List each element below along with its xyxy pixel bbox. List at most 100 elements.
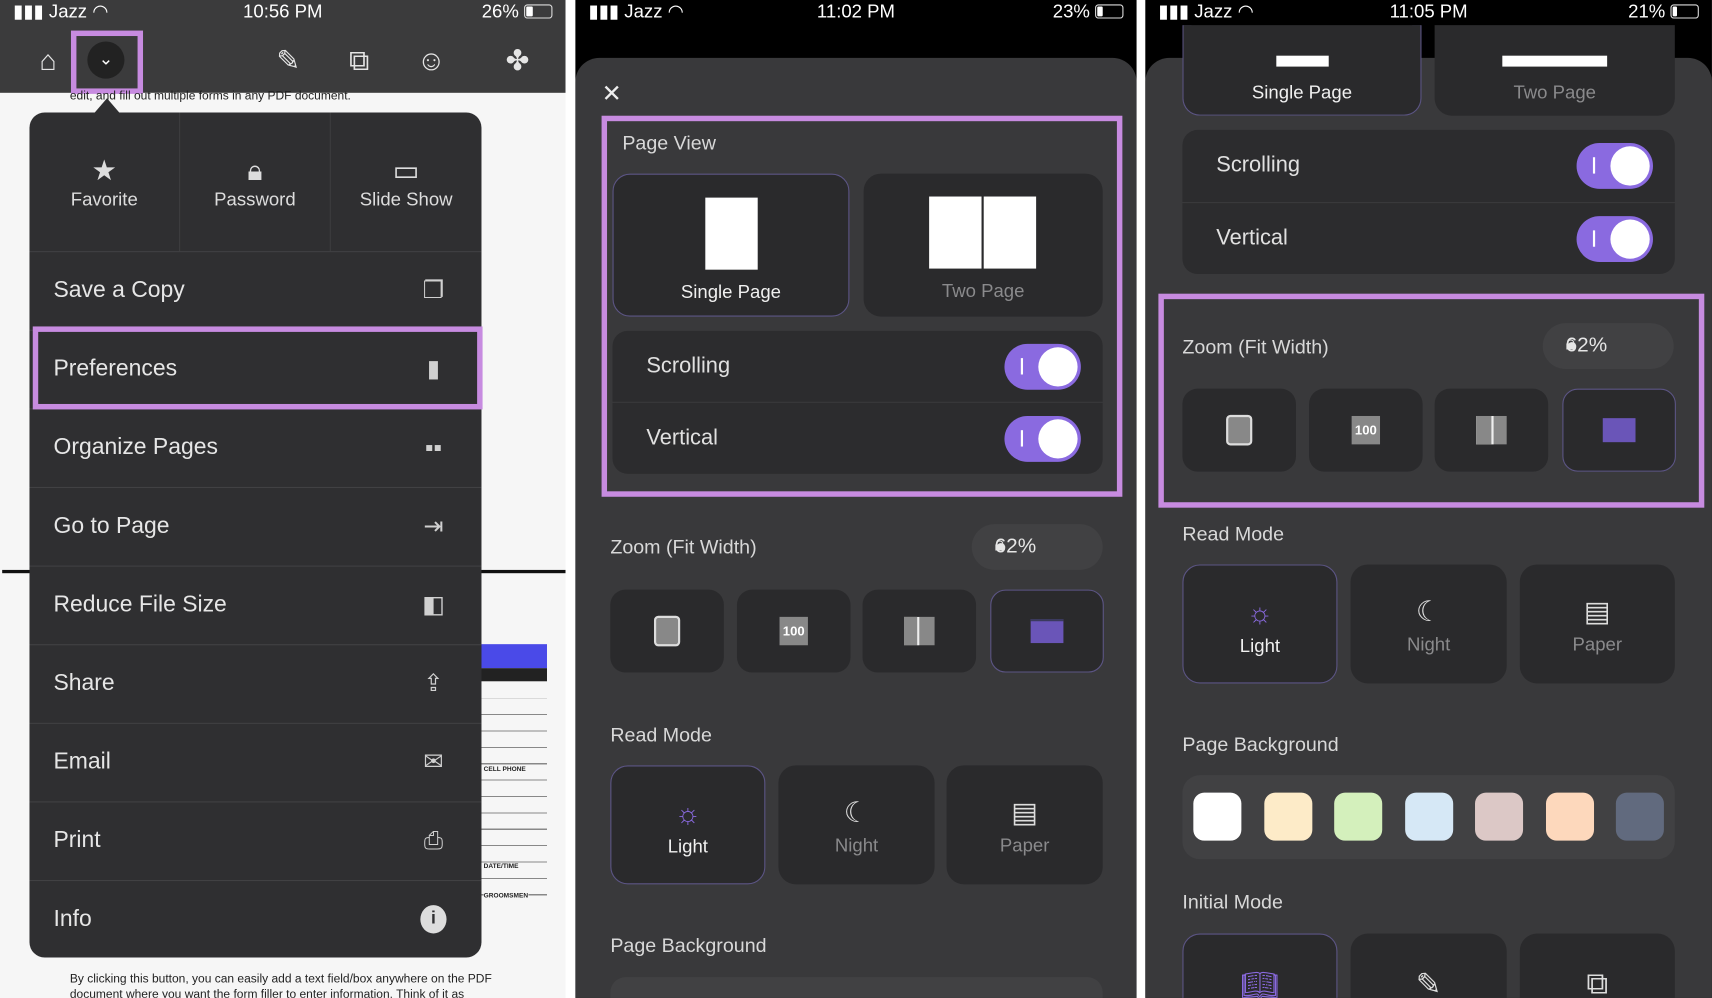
section-label: Page Background: [1182, 733, 1339, 756]
close-icon[interactable]: ✕: [602, 80, 622, 108]
battery-icon: [524, 4, 553, 19]
menu-info[interactable]: Info i: [29, 879, 482, 958]
label: Print: [53, 827, 101, 853]
read-mode-paper[interactable]: ▤ Paper: [1519, 564, 1675, 684]
label: Go to Page: [53, 513, 170, 539]
section-label: Read Mode: [1182, 522, 1285, 545]
fit-page-button[interactable]: [610, 589, 724, 673]
status-bar: ▮▮▮ Jazz ◠ 11:05 PM 21%: [1145, 0, 1712, 26]
scrolling-toggle[interactable]: [1576, 143, 1653, 189]
lock-icon[interactable]: 🔒︎: [995, 533, 1081, 556]
highlight-box: [601, 115, 1123, 497]
moon-icon: ☾: [1415, 595, 1442, 628]
menu-password[interactable]: 🔒︎ Password: [180, 112, 331, 252]
swatch-5[interactable]: [1545, 792, 1594, 841]
clock: 11:05 PM: [1389, 1, 1468, 22]
fit-width-icon: [1030, 619, 1064, 644]
battery-icon: [1095, 4, 1124, 19]
battery-icon: [1670, 4, 1699, 19]
menu-save-copy[interactable]: Save a Copy ❐: [29, 251, 482, 330]
zoom-value[interactable]: 62% 🔒︎: [971, 524, 1103, 570]
swatch-3[interactable]: [1404, 792, 1453, 841]
menu-go-to-page[interactable]: Go to Page ⇥: [29, 486, 482, 566]
mail-icon: ✉: [423, 747, 444, 776]
fit-width-button[interactable]: [990, 589, 1104, 673]
share-icon: ⇪: [423, 669, 444, 697]
clock: 10:56 PM: [243, 1, 323, 22]
vertical-row: Vertical: [1182, 203, 1675, 275]
highlighter-icon[interactable]: ✎: [272, 44, 305, 77]
apps-icon[interactable]: ✤: [501, 44, 534, 77]
preferences-sheet: Single Page Two Page Scrolling Vertical …: [1145, 25, 1712, 998]
label: Info: [53, 906, 92, 932]
highlight-box: [70, 30, 144, 94]
label: Favorite: [70, 188, 138, 210]
battery-percent: 21%: [1628, 1, 1666, 22]
menu-favorite[interactable]: ★ Favorite: [29, 112, 181, 252]
two-page-thumbnail: [1502, 55, 1608, 67]
copy-icon: ❐: [422, 276, 445, 304]
lock-icon: 🔒︎: [247, 153, 263, 187]
arrow-right-box-icon: ⇥: [423, 512, 444, 540]
label: Night: [834, 835, 879, 856]
fit-height-button[interactable]: [862, 589, 977, 673]
label: Organize Pages: [53, 434, 218, 460]
swatch-2[interactable]: [1334, 792, 1383, 841]
read-mode-night[interactable]: ☾ Night: [1350, 564, 1507, 684]
swatch-6[interactable]: [1615, 792, 1664, 841]
label: Light: [1239, 635, 1281, 657]
label: Night: [1406, 634, 1451, 656]
initial-mode-edit[interactable]: ⧉: [1519, 933, 1675, 998]
menu-slide-show[interactable]: ▭ Slide Show: [331, 112, 482, 251]
menu-share[interactable]: Share ⇪: [29, 644, 482, 723]
swatch-1[interactable]: [1263, 792, 1312, 841]
label: Slide Show: [359, 188, 453, 210]
label: Save a Copy: [53, 277, 185, 303]
initial-mode-read[interactable]: 📖︎: [1182, 933, 1338, 998]
read-mode-night[interactable]: ☾ Night: [778, 765, 935, 885]
label: Scrolling: [1216, 152, 1301, 177]
grid-icon: ▪▪: [424, 433, 442, 461]
image-text-icon[interactable]: ⧉: [343, 44, 376, 77]
printer-icon: ⎙: [423, 826, 444, 854]
menu-print[interactable]: Print ⎙: [29, 801, 482, 880]
more-menu: ★ Favorite 🔒︎ Password ▭ Slide Show Save a …: [29, 112, 482, 958]
swatch-0[interactable]: [1193, 792, 1242, 841]
menu-reduce-file-size[interactable]: Reduce File Size ◧: [29, 565, 482, 645]
two-page-option[interactable]: Two Page: [1434, 25, 1675, 116]
fit-height-icon: [904, 616, 935, 646]
read-mode-light[interactable]: ☼ Light: [1182, 564, 1338, 684]
read-mode-light[interactable]: ☼ Light: [610, 765, 766, 885]
label: Paper: [1572, 634, 1623, 656]
add-sign-icon[interactable]: ☺: [415, 44, 448, 77]
read-mode-paper[interactable]: ▤ Paper: [946, 765, 1103, 885]
doc-form-lines: [480, 698, 547, 907]
actual-size-icon: 100: [779, 616, 808, 646]
single-page-option[interactable]: Single Page: [1182, 25, 1422, 116]
doc-text: By clicking this button, you can easily …: [69, 972, 492, 998]
actual-size-button[interactable]: 100: [736, 589, 851, 673]
presentation-icon: ▭: [392, 153, 420, 187]
doc-form-label: GROOMSMEN: [483, 893, 529, 901]
fit-page-icon: [653, 615, 681, 647]
paper-icon: ▤: [1011, 795, 1039, 829]
popover-arrow: [93, 98, 121, 114]
menu-email[interactable]: Email ✉: [29, 722, 482, 802]
highlight-box: [32, 326, 483, 410]
home-icon[interactable]: ⌂: [32, 44, 65, 77]
menu-organize-pages[interactable]: Organize Pages ▪▪: [29, 408, 482, 487]
section-label: Read Mode: [610, 723, 712, 746]
page-background-swatches: [1182, 775, 1675, 860]
battery-percent: 23%: [1052, 1, 1090, 22]
vertical-toggle[interactable]: [1576, 216, 1653, 263]
doc-banner: [480, 644, 547, 669]
label: Email: [53, 748, 111, 775]
label: Two Page: [1513, 81, 1596, 103]
info-icon: i: [420, 905, 447, 934]
initial-mode-annotate[interactable]: ✎: [1350, 933, 1507, 998]
doc-form-label: CELL PHONE: [483, 766, 526, 775]
scrolling-row: Scrolling: [1182, 129, 1675, 202]
panel-preferences-scrolled: ▮▮▮ Jazz ◠ 11:05 PM 21% Single Page Two …: [1145, 0, 1712, 998]
swatch-4[interactable]: [1475, 792, 1524, 841]
highlighter-icon: ✎: [1415, 967, 1442, 998]
